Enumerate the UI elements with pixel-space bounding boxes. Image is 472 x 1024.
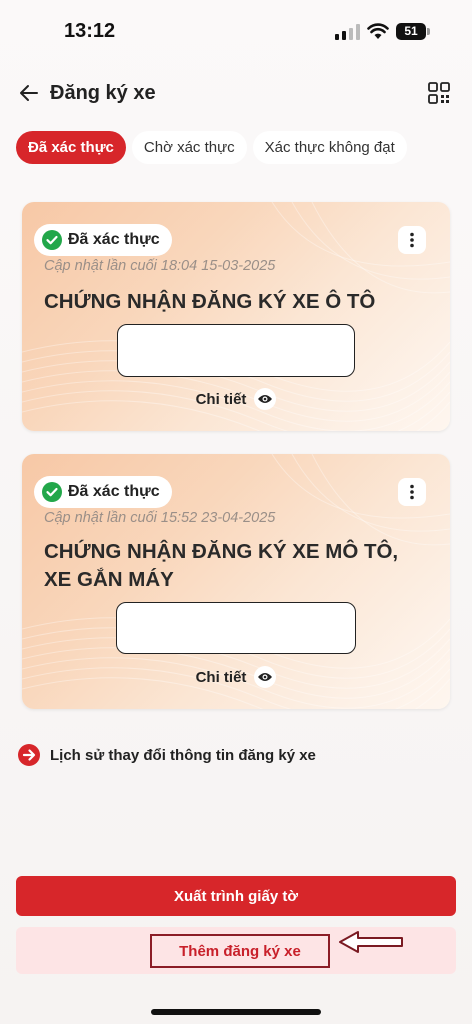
status-badge: Đã xác thực xyxy=(34,224,172,256)
history-link-label: Lịch sử thay đổi thông tin đăng ký xe xyxy=(50,746,316,764)
card-title: CHỨNG NHẬN ĐĂNG KÝ XE MÔ TÔ, XE GẮN MÁY xyxy=(44,538,398,594)
back-arrow-icon[interactable] xyxy=(18,82,40,104)
eye-icon xyxy=(254,388,277,410)
present-documents-button[interactable]: Xuất trình giấy tờ xyxy=(16,876,456,916)
wifi-icon xyxy=(367,23,389,39)
eye-icon xyxy=(254,666,277,688)
battery-icon: 51 xyxy=(396,23,430,40)
arrow-right-circle-icon xyxy=(18,744,40,766)
more-options-button[interactable] xyxy=(398,478,426,506)
card-title-line: XE GẮN MÁY xyxy=(44,568,174,591)
card-title-line: CHỨNG NHẬN ĐĂNG KÝ XE Ô TÔ xyxy=(44,290,376,313)
registration-card-car[interactable]: Đã xác thực Cập nhật lần cuối 18:04 15-0… xyxy=(22,202,450,431)
tab-failed[interactable]: Xác thực không đạt xyxy=(252,131,407,164)
battery-level: 51 xyxy=(396,23,426,40)
status-bar: 13:12 51 xyxy=(0,0,472,60)
last-updated: Cập nhật lần cuối 15:52 23-04-2025 xyxy=(44,510,276,526)
tab-pending[interactable]: Chờ xác thực xyxy=(131,131,247,164)
verification-tabs: Đã xác thực Chờ xác thực Xác thực không … xyxy=(16,131,407,164)
status-badge-label: Đã xác thực xyxy=(68,483,160,500)
more-options-button[interactable] xyxy=(398,226,426,254)
detail-label: Chi tiết xyxy=(195,390,247,408)
detail-link[interactable]: Chi tiết xyxy=(22,666,450,688)
detail-link[interactable]: Chi tiết xyxy=(22,388,450,410)
registration-card-motorbike[interactable]: Đã xác thực Cập nhật lần cuối 15:52 23-0… xyxy=(22,454,450,709)
status-badge: Đã xác thực xyxy=(34,476,172,508)
license-plate-box xyxy=(117,324,355,377)
cellular-signal-icon xyxy=(335,24,360,40)
license-plate-box xyxy=(116,602,356,654)
check-circle-icon xyxy=(42,230,62,250)
card-title: CHỨNG NHẬN ĐĂNG KÝ XE Ô TÔ xyxy=(44,288,375,316)
tab-verified[interactable]: Đã xác thực xyxy=(16,131,126,164)
app-header: Đăng ký xe xyxy=(0,72,472,116)
annotation-arrow-icon xyxy=(339,931,403,953)
check-circle-icon xyxy=(42,482,62,502)
add-registration-label[interactable]: Thêm đăng ký xe xyxy=(150,934,330,968)
last-updated: Cập nhật lần cuối 18:04 15-03-2025 xyxy=(44,258,276,274)
more-vertical-icon xyxy=(410,232,414,248)
page-title: Đăng ký xe xyxy=(50,82,156,104)
card-title-line: CHỨNG NHẬN ĐĂNG KÝ XE MÔ TÔ, xyxy=(44,540,399,563)
more-vertical-icon xyxy=(410,484,414,500)
home-indicator xyxy=(151,1009,321,1015)
status-time: 13:12 xyxy=(64,20,116,42)
history-link[interactable]: Lịch sử thay đổi thông tin đăng ký xe xyxy=(18,744,316,766)
status-badge-label: Đã xác thực xyxy=(68,231,160,248)
detail-label: Chi tiết xyxy=(195,668,247,686)
qr-code-icon[interactable] xyxy=(428,82,450,104)
